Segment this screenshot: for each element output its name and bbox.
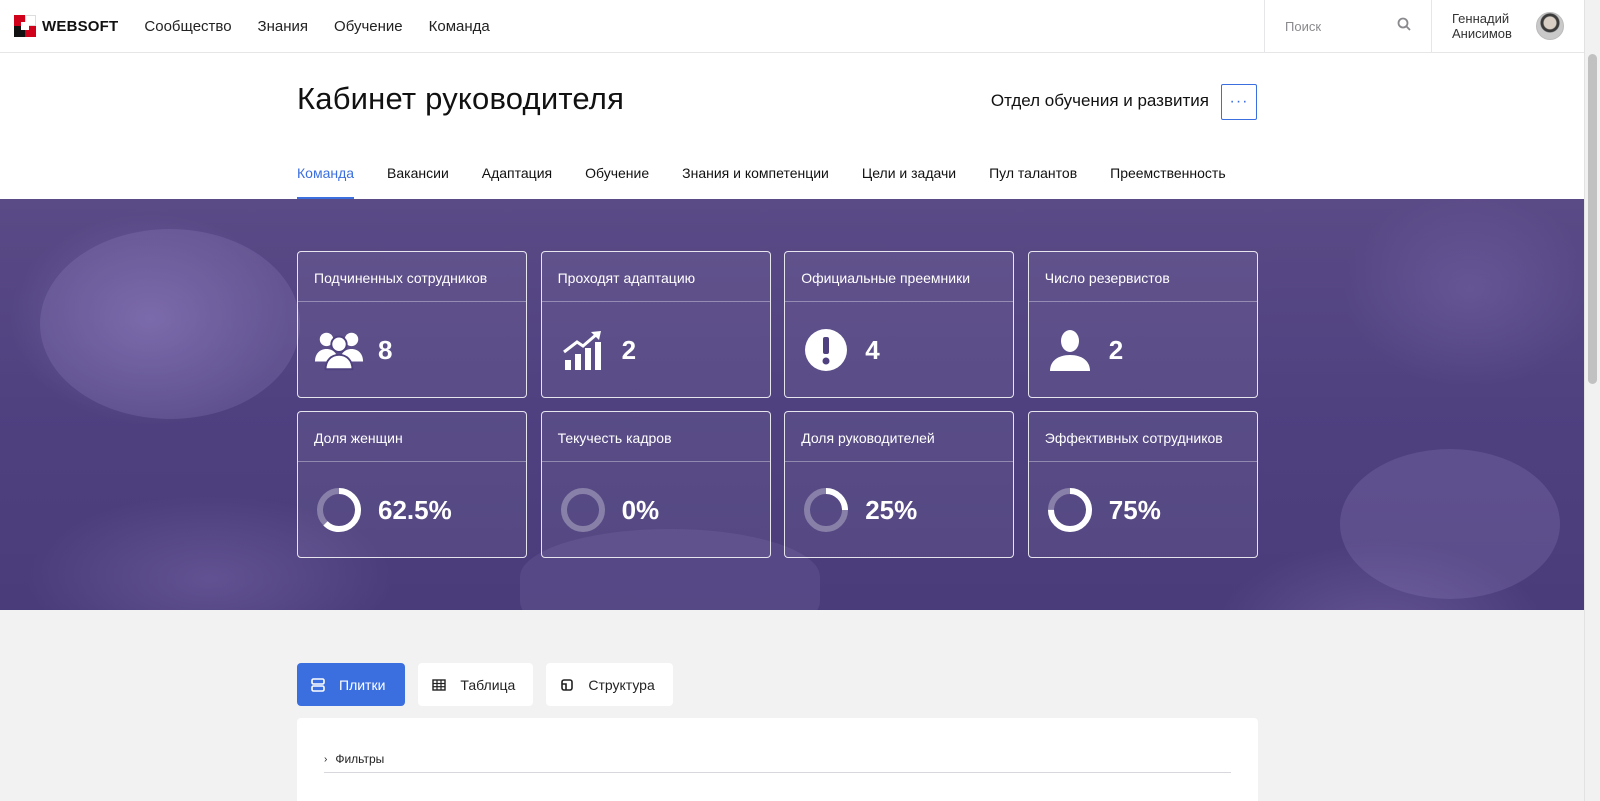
donut-icon <box>1045 485 1095 535</box>
view-tiles-label: Плитки <box>339 676 386 693</box>
view-structure-button[interactable]: Структура <box>546 663 673 706</box>
search-box <box>1264 0 1432 52</box>
stat-card-title: Официальные преемники <box>785 252 1014 302</box>
more-dots-icon: ··· <box>1229 93 1249 110</box>
stat-card-reservists[interactable]: Число резервистов 2 <box>1027 251 1258 398</box>
stat-card-title: Текучесть кадров <box>541 412 770 462</box>
stat-card-value: 2 <box>621 334 637 365</box>
filters-label: Фильтры <box>335 752 385 766</box>
stat-card-successors[interactable]: Официальные преемники 4 <box>784 251 1015 398</box>
tab-learning[interactable]: Обучение <box>585 153 649 199</box>
tab-talent-pool[interactable]: Пул талантов <box>989 153 1077 199</box>
department-name: Отдел обучения и развития <box>990 91 1209 110</box>
tab-team[interactable]: Команда <box>297 153 355 199</box>
stat-card-managers-share[interactable]: Доля руководителей 25% <box>784 411 1015 558</box>
scrollbar-thumb[interactable] <box>1588 54 1597 384</box>
stat-card-title: Число резервистов <box>1028 252 1257 302</box>
view-table-label: Таблица <box>460 676 516 693</box>
stat-card-effective-employees[interactable]: Эффективных сотрудников 75% <box>1027 411 1258 558</box>
stat-card-subordinates[interactable]: Подчиненных сотрудников 8 <box>297 251 527 398</box>
user-first-name: Геннадий <box>1452 11 1510 26</box>
donut-icon <box>314 485 364 535</box>
stat-card-title: Проходят адаптацию <box>541 252 770 302</box>
avatar[interactable] <box>1536 12 1564 40</box>
more-options-button[interactable]: ··· <box>1221 84 1257 120</box>
stat-card-value: 8 <box>378 334 393 365</box>
user-menu[interactable]: Геннадий Анисимов <box>1432 0 1584 52</box>
stat-card-title: Доля руководителей <box>785 412 1014 462</box>
page-title: Кабинет руководителя <box>297 81 625 116</box>
growth-chart-icon <box>558 325 608 375</box>
search-icon[interactable] <box>1397 17 1411 36</box>
view-tiles-button[interactable]: Плитки <box>297 663 406 706</box>
stat-card-value: 25% <box>865 494 918 525</box>
tab-goals[interactable]: Цели и задачи <box>862 153 956 199</box>
tab-succession[interactable]: Преемственность <box>1110 153 1225 199</box>
background-decoration <box>40 229 300 419</box>
table-icon <box>432 678 447 691</box>
donut-icon <box>558 485 608 535</box>
exclamation-icon <box>801 325 851 375</box>
filters-toggle[interactable]: › Фильтры <box>324 752 1231 773</box>
menu-item-community[interactable]: Сообщество <box>144 18 231 35</box>
tab-vacancies[interactable]: Вакансии <box>387 153 449 199</box>
section-tabs: Команда Вакансии Адаптация Обучение Знан… <box>297 153 1259 199</box>
stat-card-value: 0% <box>621 494 660 525</box>
search-input[interactable] <box>1285 18 1385 34</box>
main-menu: Сообщество Знания Обучение Команда <box>144 18 515 35</box>
menu-item-team[interactable]: Команда <box>429 18 490 35</box>
donut-track <box>560 488 605 532</box>
stat-card-value: 75% <box>1108 494 1161 525</box>
content-panel: › Фильтры <box>297 718 1258 801</box>
group-icon <box>314 325 364 375</box>
tab-adaptation[interactable]: Адаптация <box>482 153 552 199</box>
menu-item-knowledge[interactable]: Знания <box>258 18 308 35</box>
chevron-right-icon: › <box>324 753 328 765</box>
websoft-logo-icon <box>14 15 36 37</box>
stats-hero: Подчиненных сотрудников 8 Проходят адапт… <box>0 199 1584 610</box>
view-switcher: Плитки Таблица Структура <box>297 663 673 706</box>
stats-cards: Подчиненных сотрудников 8 Проходят адапт… <box>297 251 1258 558</box>
structure-icon <box>561 678 574 691</box>
view-table-button[interactable]: Таблица <box>418 663 534 706</box>
stat-card-value: 62.5% <box>378 494 452 525</box>
stat-card-title: Подчиненных сотрудников <box>298 252 526 302</box>
user-name: Геннадий Анисимов <box>1452 11 1512 41</box>
view-structure-label: Структура <box>588 676 655 693</box>
stat-card-adaptation[interactable]: Проходят адаптацию 2 <box>540 251 771 398</box>
stat-card-title: Эффективных сотрудников <box>1028 412 1257 462</box>
tiles-icon <box>311 677 325 692</box>
page-scrollbar[interactable] <box>1584 0 1600 801</box>
stat-card-women-share[interactable]: Доля женщин 62.5% <box>297 411 527 558</box>
page-header: Кабинет руководителя Отдел обучения и ра… <box>0 53 1584 199</box>
stat-card-turnover[interactable]: Текучесть кадров 0% <box>540 411 771 558</box>
person-icon <box>1045 325 1095 375</box>
donut-icon <box>801 485 851 535</box>
menu-item-learning[interactable]: Обучение <box>334 18 403 35</box>
tab-competencies[interactable]: Знания и компетенции <box>682 153 829 199</box>
stat-card-value: 2 <box>1108 334 1124 365</box>
background-decoration <box>1340 449 1560 599</box>
stat-card-title: Доля женщин <box>298 412 526 462</box>
top-navigation-bar: WEBSOFT Сообщество Знания Обучение Коман… <box>0 0 1584 53</box>
user-last-name: Анисимов <box>1452 26 1512 41</box>
topbar-right: Геннадий Анисимов <box>1264 0 1584 52</box>
brand-logo[interactable]: WEBSOFT <box>14 15 118 37</box>
brand-name: WEBSOFT <box>42 17 119 35</box>
stat-card-value: 4 <box>865 334 880 365</box>
